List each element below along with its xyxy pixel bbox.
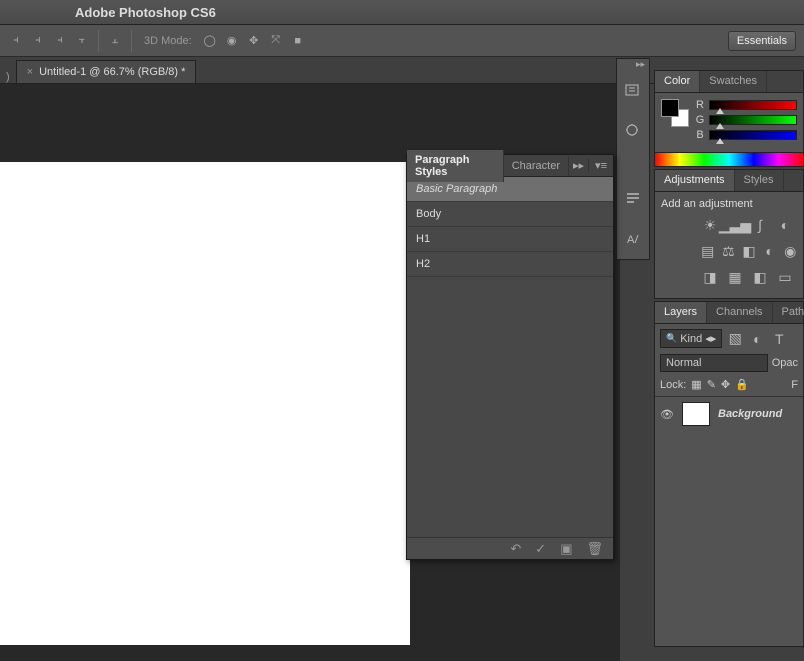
- tab-swatches[interactable]: Swatches: [700, 71, 767, 92]
- clear-override-icon[interactable]: ↶: [510, 541, 521, 557]
- lock-position-icon[interactable]: ✥: [721, 378, 730, 391]
- tab-character-styles[interactable]: Character: [504, 156, 569, 176]
- r-label: R: [695, 99, 705, 111]
- panel-menu-icon[interactable]: ▾≡: [588, 159, 613, 172]
- document-tab-title: Untitled-1 @ 66.7% (RGB/8) *: [39, 66, 185, 78]
- paragraph-styles-panel[interactable]: Paragraph Styles Character ▸▸ ▾≡ Basic P…: [406, 154, 614, 560]
- slide-icon[interactable]: ⤧: [268, 31, 284, 51]
- add-adjustment-label: Add an adjustment: [661, 198, 797, 210]
- tab-adjustments[interactable]: Adjustments: [655, 170, 735, 191]
- posterize-icon[interactable]: ▦: [726, 268, 744, 286]
- layer-list: 👁 Background: [655, 396, 803, 431]
- red-slider[interactable]: [709, 100, 797, 110]
- green-slider[interactable]: [709, 115, 797, 125]
- color-balance-icon[interactable]: ◧: [742, 242, 756, 260]
- character-panel-icon[interactable]: A: [619, 225, 647, 253]
- blue-slider[interactable]: [709, 130, 797, 140]
- visibility-toggle-icon[interactable]: 👁: [660, 408, 674, 421]
- foreground-color-swatch[interactable]: [661, 99, 679, 117]
- close-icon[interactable]: ×: [27, 66, 33, 78]
- lock-all-icon[interactable]: 🔒: [735, 378, 749, 391]
- brightness-icon[interactable]: ☀: [701, 216, 719, 234]
- tab-close-prev[interactable]: ): [0, 71, 16, 83]
- svg-text:A: A: [627, 234, 635, 246]
- fg-bg-swatch[interactable]: [661, 99, 689, 127]
- delete-style-icon[interactable]: 🗑: [586, 541, 603, 557]
- right-panel-dock: Color Swatches R G B: [654, 70, 804, 649]
- new-style-icon[interactable]: ▣: [560, 541, 572, 557]
- orbit-icon[interactable]: ◯: [202, 31, 218, 51]
- redefine-style-icon[interactable]: ✓: [535, 541, 546, 557]
- document-canvas[interactable]: [0, 162, 410, 645]
- layer-filter-kind[interactable]: Kind ◂▸: [660, 329, 722, 348]
- tab-layers[interactable]: Layers: [655, 302, 707, 323]
- hue-icon[interactable]: ⚖: [722, 242, 736, 260]
- lock-label: Lock:: [660, 379, 686, 391]
- filter-adjust-icon[interactable]: ◐: [748, 330, 766, 348]
- curves-icon[interactable]: ∫: [751, 216, 769, 234]
- lock-transparent-icon[interactable]: ▦: [691, 378, 701, 391]
- filter-type-icon[interactable]: T: [770, 330, 788, 348]
- options-bar: ⫞ ⫞ ⫞ ⫟ ⫠ 3D Mode: ◯ ◉ ✥ ⤧ ■ Essentials: [0, 25, 804, 57]
- g-label: G: [695, 114, 705, 126]
- spectrum-ramp[interactable]: [655, 152, 803, 166]
- document-tab[interactable]: × Untitled-1 @ 66.7% (RGB/8) *: [16, 60, 197, 83]
- vibrance-icon[interactable]: ▤: [701, 242, 715, 260]
- gradient-map-icon[interactable]: ▭: [776, 268, 794, 286]
- lock-pixels-icon[interactable]: ✎: [707, 378, 716, 391]
- tab-channels[interactable]: Channels: [707, 302, 772, 323]
- align-top-icon[interactable]: ⫟: [74, 31, 90, 51]
- align-right-icon[interactable]: ⫞: [52, 31, 68, 51]
- history-panel-icon[interactable]: [619, 77, 647, 105]
- align-left-icon[interactable]: ⫞: [8, 31, 24, 51]
- layer-thumbnail[interactable]: [682, 402, 710, 426]
- separator: [98, 30, 99, 52]
- paragraph-style-item[interactable]: Body: [407, 202, 613, 227]
- tab-color[interactable]: Color: [655, 71, 700, 92]
- app-title: Adobe Photoshop CS6: [75, 5, 216, 20]
- scale-icon[interactable]: ■: [290, 31, 306, 51]
- filter-pixel-icon[interactable]: ▧: [726, 330, 744, 348]
- photo-filter-icon[interactable]: ◉: [783, 242, 797, 260]
- layer-name[interactable]: Background: [718, 408, 782, 420]
- exposure-icon[interactable]: ◐: [776, 216, 794, 234]
- tab-paragraph-styles[interactable]: Paragraph Styles: [407, 150, 504, 182]
- distribute-icon[interactable]: ⫠: [107, 31, 123, 51]
- tab-styles[interactable]: Styles: [735, 170, 784, 191]
- paragraph-panel-icon[interactable]: [619, 185, 647, 213]
- separator: [131, 30, 132, 52]
- paragraph-style-item[interactable]: H1: [407, 227, 613, 252]
- collapse-panel-icon[interactable]: ▸▸: [569, 159, 588, 172]
- fill-label: F: [791, 379, 798, 391]
- paragraph-style-list: Basic Paragraph Body H1 H2: [407, 177, 613, 537]
- align-center-h-icon[interactable]: ⫞: [30, 31, 46, 51]
- tab-paths[interactable]: Paths: [773, 302, 804, 323]
- pan-icon[interactable]: ✥: [246, 31, 262, 51]
- layers-panel: Layers Channels Paths Kind ◂▸ ▧ ◐ T Norm…: [654, 301, 804, 647]
- opacity-label: Opac: [772, 357, 798, 369]
- expand-dock-icon[interactable]: ▸▸: [617, 59, 649, 71]
- b-label: B: [695, 129, 705, 141]
- blend-mode-dropdown[interactable]: Normal: [660, 354, 768, 372]
- color-panel: Color Swatches R G B: [654, 70, 804, 167]
- bw-icon[interactable]: ◐: [763, 242, 777, 260]
- workspace-switcher[interactable]: Essentials: [728, 31, 796, 51]
- layer-row[interactable]: 👁 Background: [655, 397, 803, 431]
- adjustments-panel: Adjustments Styles Add an adjustment ☀ ▁…: [654, 169, 804, 299]
- collapsed-panel-dock: ▸▸ A: [616, 58, 650, 260]
- properties-panel-icon[interactable]: [619, 117, 647, 145]
- levels-icon[interactable]: ▁▃▅: [726, 216, 744, 234]
- 3d-mode-label: 3D Mode:: [144, 35, 192, 47]
- invert-icon[interactable]: ◨: [701, 268, 719, 286]
- paragraph-style-item[interactable]: H2: [407, 252, 613, 277]
- roll-icon[interactable]: ◉: [224, 31, 240, 51]
- threshold-icon[interactable]: ◧: [751, 268, 769, 286]
- app-titlebar: Adobe Photoshop CS6: [0, 0, 804, 25]
